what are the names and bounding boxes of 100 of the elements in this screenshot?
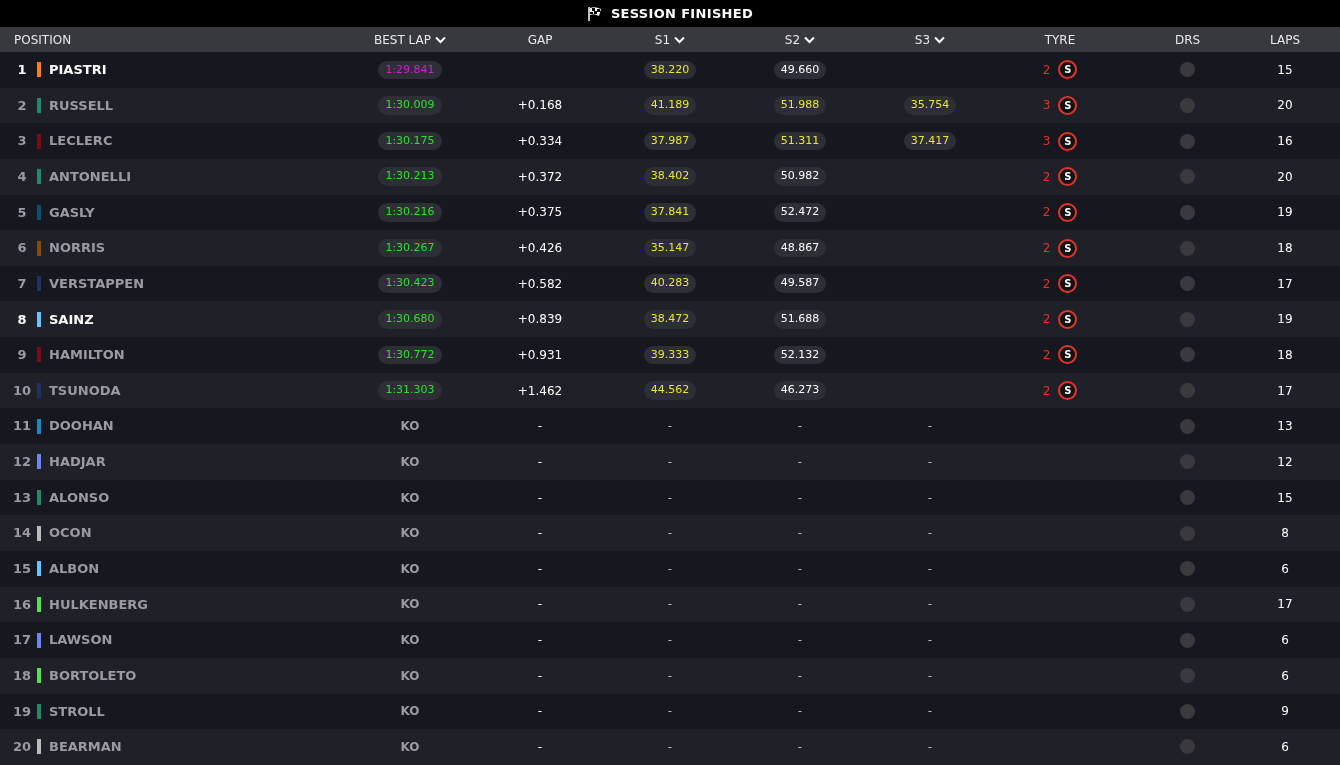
- sector-time: -: [797, 739, 803, 756]
- driver-name: HULKENBERG: [49, 595, 149, 614]
- position-number: 20: [11, 738, 33, 757]
- lap-count: 6: [1281, 560, 1289, 578]
- sector-time: -: [667, 667, 673, 685]
- lap-count: 20: [1277, 97, 1293, 115]
- sector-time: 44.562: [643, 381, 697, 400]
- sector-time: -: [667, 560, 673, 578]
- lap-count: 15: [1277, 61, 1293, 79]
- chevron-down-icon: [804, 35, 816, 44]
- drs-indicator: [1180, 133, 1195, 149]
- sector-time: 35.147: [643, 238, 697, 258]
- column-header: LAPS: [1270, 31, 1300, 49]
- best-lap-time: KO: [400, 489, 420, 507]
- lap-count: 6: [1281, 667, 1289, 685]
- position-number: 13: [11, 488, 33, 507]
- position-number: 6: [16, 239, 28, 258]
- sector-time: -: [797, 489, 803, 507]
- sector-time: -: [797, 418, 803, 436]
- drs-indicator: [1180, 383, 1195, 399]
- sector-time: -: [927, 418, 933, 436]
- sector-time: 38.220: [643, 60, 697, 80]
- sort-column-header[interactable]: BEST LAP: [374, 30, 446, 49]
- lap-count: 16: [1277, 133, 1293, 151]
- driver-name: OCON: [49, 524, 92, 543]
- sector-time: 37.417: [903, 131, 957, 151]
- best-lap-time: KO: [400, 418, 420, 436]
- sector-time: 37.841: [643, 203, 697, 222]
- sector-time: -: [797, 667, 803, 685]
- sector-time: -: [667, 596, 673, 614]
- sector-time: -: [927, 525, 933, 543]
- sector-time: -: [797, 596, 803, 614]
- sector-time: -: [927, 489, 933, 507]
- driver-name: TSUNODA: [49, 381, 121, 400]
- gap-time: -: [537, 560, 543, 578]
- tyre-compound-badge: S: [1058, 274, 1078, 294]
- lap-count: 18: [1277, 346, 1293, 364]
- sector-time: -: [797, 453, 803, 471]
- drs-indicator: [1180, 561, 1195, 577]
- gap-time: -: [537, 453, 543, 471]
- drs-indicator: [1180, 240, 1195, 256]
- driver-name: NORRIS: [49, 239, 106, 258]
- sector-time: 51.688: [773, 310, 827, 329]
- gap-time: +0.839: [517, 311, 563, 329]
- drs-indicator: [1180, 596, 1195, 612]
- column-header: DRS: [1174, 31, 1201, 49]
- lap-count: 6: [1281, 632, 1289, 650]
- sector-time: -: [927, 667, 933, 685]
- tyre-age: 2: [1042, 61, 1051, 79]
- position-number: 9: [16, 346, 28, 365]
- drs-indicator: [1180, 454, 1195, 470]
- gap-time: +0.375: [517, 204, 563, 222]
- tyre-compound-badge: S: [1058, 309, 1078, 329]
- drs-indicator: [1180, 703, 1195, 719]
- driver-name: VERSTAPPEN: [49, 274, 145, 293]
- driver-name: LECLERC: [49, 132, 113, 151]
- tyre-age: 3: [1042, 97, 1051, 115]
- sector-time: 50.982: [773, 167, 827, 186]
- position-number: 8: [16, 310, 28, 329]
- sector-time: 40.283: [643, 274, 697, 293]
- tyre-age: 2: [1042, 240, 1051, 257]
- position-number: 18: [11, 666, 33, 685]
- lap-count: 19: [1277, 311, 1293, 329]
- sector-time: 37.987: [643, 131, 697, 151]
- chevron-down-icon: [934, 35, 946, 44]
- driver-name: ALBON: [49, 560, 100, 579]
- position-number: 14: [11, 524, 33, 543]
- best-lap-time: KO: [400, 525, 420, 543]
- tyre-compound-badge: S: [1058, 95, 1078, 115]
- tyre-compound-badge: S: [1058, 131, 1078, 151]
- driver-name: HADJAR: [49, 453, 106, 472]
- sector-time: 51.988: [773, 96, 827, 115]
- sort-column-header[interactable]: S3: [914, 30, 946, 49]
- sort-column-header[interactable]: S2: [784, 30, 816, 49]
- best-lap-time: KO: [400, 560, 420, 578]
- gap-time: -: [537, 703, 543, 721]
- best-lap-time: KO: [400, 667, 420, 685]
- drs-indicator: [1180, 739, 1195, 755]
- gap-time: +1.462: [517, 382, 563, 400]
- sector-time: 49.660: [773, 60, 827, 80]
- column-header: TYRE: [1044, 31, 1076, 49]
- gap-time: +0.426: [517, 240, 563, 257]
- lap-count: 13: [1277, 418, 1293, 436]
- sort-column-header[interactable]: S1: [654, 30, 686, 49]
- driver-name: ALONSO: [49, 488, 110, 507]
- sector-time: -: [667, 739, 673, 756]
- sector-time: 52.472: [773, 203, 827, 222]
- tyre-age: 3: [1042, 133, 1051, 151]
- position-number: 3: [16, 132, 28, 151]
- drs-indicator: [1180, 632, 1195, 648]
- sector-time: 41.189: [643, 96, 697, 115]
- column-header: POSITION: [14, 31, 72, 49]
- sector-time: -: [927, 453, 933, 471]
- chevron-down-icon: [435, 35, 446, 44]
- sector-time: -: [667, 418, 673, 436]
- gap-time: -: [537, 596, 543, 614]
- drs-indicator: [1180, 97, 1195, 113]
- lap-count: 15: [1277, 489, 1293, 507]
- drs-indicator: [1180, 490, 1195, 505]
- sector-time: -: [667, 525, 673, 543]
